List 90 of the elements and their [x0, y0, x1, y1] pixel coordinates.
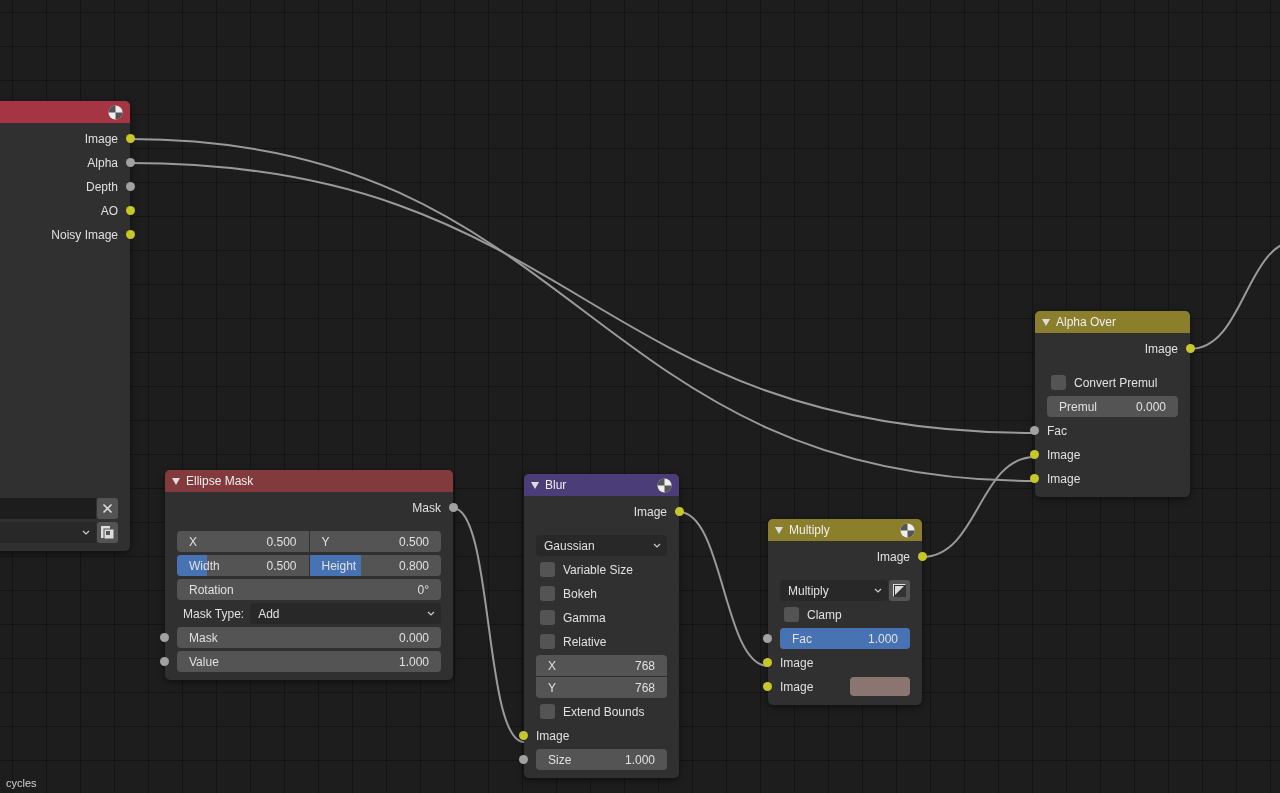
number-field[interactable]: Y 0.500: [309, 531, 441, 552]
socket-dot[interactable]: [126, 206, 135, 215]
socket-dot[interactable]: [519, 755, 528, 764]
socket-dot[interactable]: [918, 552, 927, 561]
render-engine-label: cycles: [6, 777, 37, 789]
chevron-icon: [874, 588, 882, 593]
node-title: Blur: [545, 478, 568, 492]
close-icon: [102, 503, 113, 514]
number-field[interactable]: Mask 0.000: [177, 627, 441, 648]
collapse-triangle-icon[interactable]: [1042, 318, 1050, 326]
collapse-triangle-icon[interactable]: [172, 477, 180, 485]
socket-dot[interactable]: [519, 731, 528, 740]
socket-dot[interactable]: [1030, 450, 1039, 459]
socket-label: Image: [1047, 447, 1081, 462]
socket-label: Image: [84, 131, 118, 146]
node-title: Alpha Over: [1056, 315, 1118, 329]
checker-sphere-icon[interactable]: [900, 522, 915, 538]
clear-button[interactable]: [97, 498, 118, 519]
icon-button[interactable]: [889, 580, 910, 601]
socket-dot[interactable]: [1186, 344, 1195, 353]
checkbox-label: Clamp: [807, 607, 842, 622]
dropdown[interactable]: Add: [250, 603, 441, 624]
checkbox-label: Relative: [563, 634, 607, 649]
socket-label: Fac: [1047, 423, 1067, 438]
socket-label: Image: [536, 728, 570, 743]
number-field[interactable]: Height 0.800: [309, 555, 441, 576]
diagonal-square-icon: [892, 583, 907, 598]
checkbox[interactable]: [540, 586, 555, 601]
checkbox[interactable]: [540, 704, 555, 719]
checkbox-label: Variable Size: [563, 562, 633, 577]
collapse-triangle-icon[interactable]: [531, 481, 539, 489]
checkbox[interactable]: [540, 634, 555, 649]
color-swatch[interactable]: [850, 677, 910, 696]
number-field[interactable]: X 0.500: [177, 531, 309, 552]
checkbox[interactable]: [540, 562, 555, 577]
checkbox[interactable]: [784, 607, 799, 622]
socket-dot[interactable]: [763, 682, 772, 691]
node-header[interactable]: Multiply: [768, 519, 922, 541]
number-field[interactable]: Rotation 0°: [177, 579, 441, 600]
socket-dot[interactable]: [126, 230, 135, 239]
socket-dot[interactable]: [1030, 474, 1039, 483]
socket-dot[interactable]: [160, 657, 169, 666]
socket-label: Alpha: [87, 155, 118, 170]
number-field[interactable]: Fac 1.000: [780, 628, 910, 649]
socket-label: Image: [876, 549, 910, 564]
checkbox[interactable]: [540, 610, 555, 625]
number-field[interactable]: Value 1.000: [177, 651, 441, 672]
dropdown[interactable]: Gaussian: [536, 535, 667, 556]
checkbox-label: Gamma: [563, 610, 606, 625]
socket-label: Mask: [412, 500, 441, 515]
checker-sphere-icon[interactable]: [657, 477, 672, 493]
socket-dot[interactable]: [126, 134, 135, 143]
checkbox-label: Bokeh: [563, 586, 598, 601]
socket-dot[interactable]: [763, 658, 772, 667]
chevron-icon: [653, 543, 661, 548]
document-stack-icon: [100, 525, 115, 540]
collapse-triangle-icon[interactable]: [775, 526, 783, 534]
socket-label: Image: [780, 655, 814, 670]
socket-label: Image: [780, 679, 814, 694]
socket-label: Depth: [85, 179, 118, 194]
checkbox[interactable]: [1051, 375, 1066, 390]
number-field[interactable]: Size 1.000: [536, 749, 667, 770]
dropdown[interactable]: Multiply: [780, 580, 888, 601]
chevron-icon: [427, 611, 435, 616]
icon-button[interactable]: [97, 522, 118, 543]
number-field[interactable]: X 768: [536, 655, 667, 676]
node-header[interactable]: Blur: [524, 474, 679, 496]
socket-dot[interactable]: [763, 634, 772, 643]
socket-dot[interactable]: [126, 182, 135, 191]
socket-dot[interactable]: [449, 503, 458, 512]
node-header[interactable]: Alpha Over: [1035, 311, 1190, 333]
dropdown-label: Mask Type:: [183, 606, 245, 621]
number-field[interactable]: Premul 0.000: [1047, 396, 1178, 417]
socket-dot[interactable]: [126, 158, 135, 167]
socket-label: Noisy Image: [51, 227, 118, 242]
socket-label: AO: [100, 203, 118, 218]
number-field[interactable]: Y 768: [536, 677, 667, 698]
node-header[interactable]: Ellipse Mask: [165, 470, 453, 492]
checkbox-label: Convert Premul: [1074, 375, 1158, 390]
socket-dot[interactable]: [1030, 426, 1039, 435]
socket-label: Image: [1047, 471, 1081, 486]
node-title: Ellipse Mask: [186, 474, 255, 488]
socket-label: Image: [633, 504, 667, 519]
node-title: Multiply: [789, 523, 831, 537]
checker-sphere-icon[interactable]: [108, 104, 123, 120]
checkbox-label: Extend Bounds: [563, 704, 645, 719]
socket-dot[interactable]: [160, 633, 169, 642]
socket-dot[interactable]: [675, 507, 684, 516]
socket-label: Image: [1144, 341, 1178, 356]
chevron-icon: [82, 530, 90, 535]
